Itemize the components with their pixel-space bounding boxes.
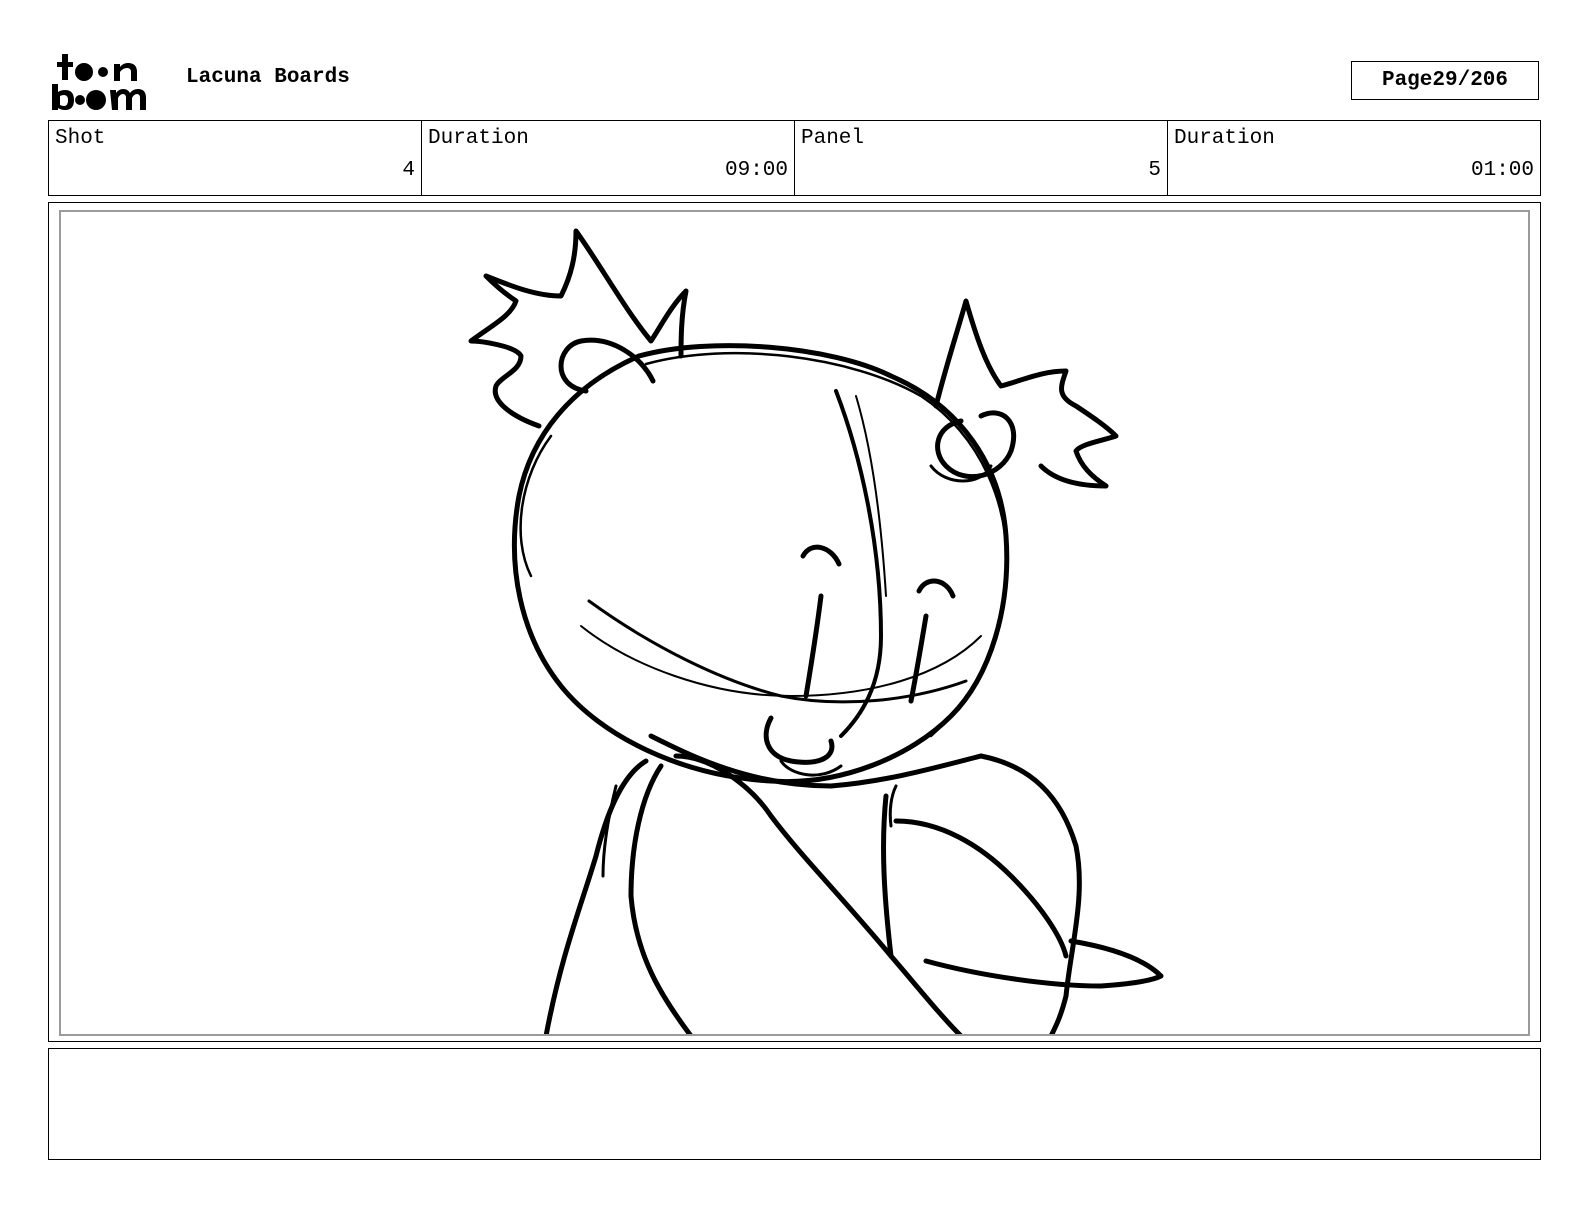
page-indicator: Page 29/206 [1351, 61, 1539, 100]
shot-cell: Shot 4 [49, 121, 421, 195]
panel-cell: Panel 5 [794, 121, 1167, 195]
notes-box [48, 1048, 1541, 1160]
panel-duration-label: Duration [1174, 127, 1275, 150]
shot-label: Shot [55, 127, 106, 150]
shot-info-row: Shot 4 Duration 09:00 Panel 5 Duration 0… [48, 120, 1541, 196]
panel-duration-value: 01:00 [1470, 159, 1534, 182]
character-sketch [468, 228, 1164, 1034]
panel-duration-cell: Duration 01:00 [1167, 121, 1540, 195]
panel-image [59, 210, 1530, 1036]
panel-label: Panel [801, 127, 865, 150]
shot-value: 4 [402, 159, 415, 182]
project-title: Lacuna Boards [186, 66, 350, 89]
page-number: 29/206 [1432, 69, 1509, 92]
shot-duration-value: 09:00 [724, 159, 788, 182]
toon-boom-logo [52, 52, 164, 112]
panel-value: 5 [1148, 159, 1161, 182]
shot-duration-label: Duration [428, 127, 529, 150]
shot-duration-cell: Duration 09:00 [421, 121, 794, 195]
panel-frame [48, 202, 1541, 1042]
page-label: Page [1381, 69, 1433, 92]
